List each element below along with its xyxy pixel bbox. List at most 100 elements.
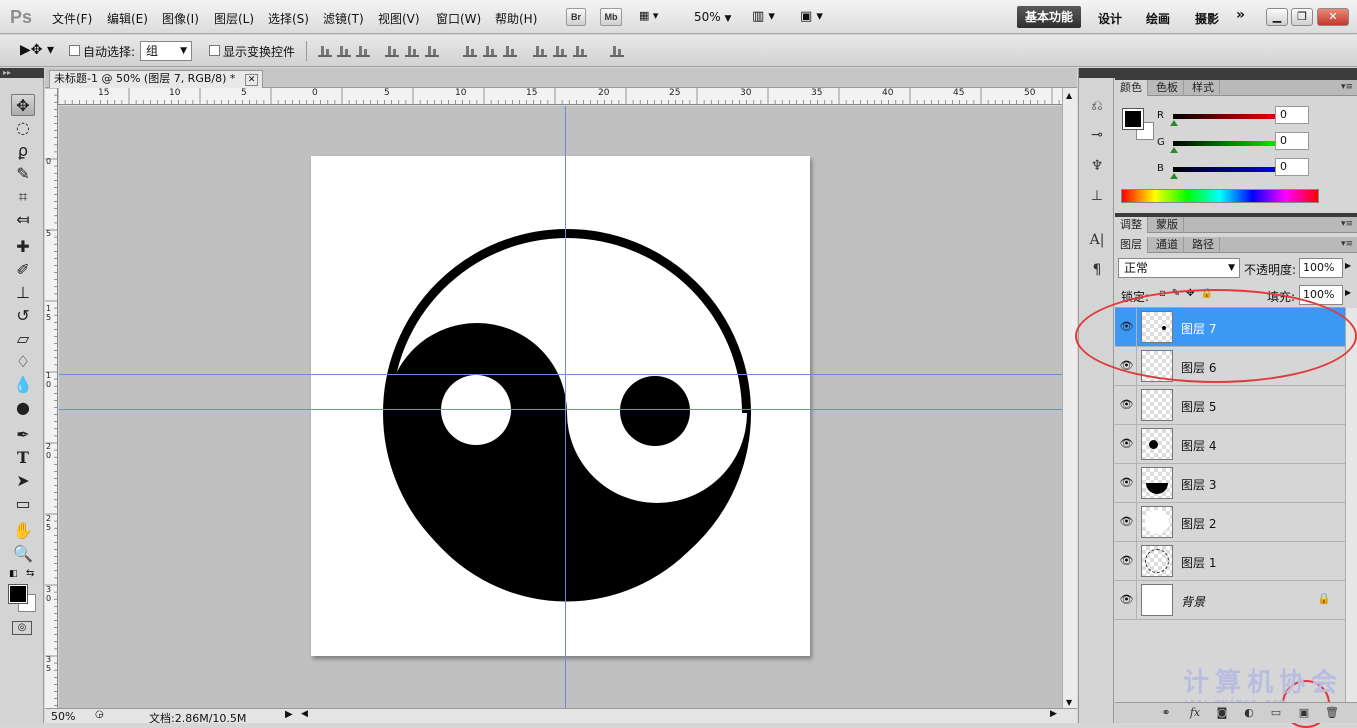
layer-name[interactable]: 图层 5	[1181, 398, 1216, 415]
layer-name[interactable]: 图层 2	[1181, 515, 1216, 532]
quick-mask-icon[interactable]: ◎	[12, 621, 32, 635]
workspace-photography[interactable]: 摄影	[1195, 10, 1219, 27]
layer-name[interactable]: 图层 1	[1181, 554, 1216, 571]
blur-tool-icon[interactable]: 💧	[11, 374, 35, 396]
visibility-eye-icon[interactable]: 👁	[1117, 542, 1137, 580]
opacity-arrow-icon[interactable]: ▶	[1345, 261, 1351, 270]
history-panel-icon[interactable]: ⎌	[1087, 96, 1107, 116]
align-bottom-icon[interactable]	[356, 45, 370, 57]
blend-mode-dropdown[interactable]: 正常 ▼	[1118, 258, 1240, 278]
extras-icon[interactable]: ▦ ▾	[639, 9, 671, 25]
tab-swatches[interactable]: 色板	[1151, 80, 1184, 96]
rectangle-shape-tool-icon[interactable]: ▭	[11, 493, 35, 515]
tab-layers[interactable]: 图层	[1115, 237, 1148, 253]
menu-file[interactable]: 文件(F)	[52, 10, 92, 27]
status-zoom[interactable]: 50%	[51, 710, 75, 723]
scroll-right-icon[interactable]: ▶	[1050, 709, 1057, 719]
opacity-input[interactable]: 100%	[1299, 258, 1343, 278]
menu-help[interactable]: 帮助(H)	[495, 10, 537, 27]
healing-brush-tool-icon[interactable]: ✚	[11, 236, 35, 258]
layer-row[interactable]: 👁 图层 1	[1115, 542, 1345, 581]
eraser-tool-icon[interactable]: ▱	[11, 328, 35, 350]
pen-tool-icon[interactable]: ✒	[11, 424, 35, 446]
align-left-icon[interactable]	[385, 45, 399, 57]
quick-selection-tool-icon[interactable]: ✎	[11, 163, 35, 185]
delete-layer-icon[interactable]: 🗑	[1325, 706, 1339, 720]
dodge-tool-icon[interactable]: ●	[11, 397, 35, 419]
paint-bucket-tool-icon[interactable]: ♢	[11, 351, 35, 373]
document-tab[interactable]: 未标题-1 @ 50% (图层 7, RGB/8) * ✕	[49, 70, 264, 88]
align-top-icon[interactable]	[318, 45, 332, 57]
layer-row[interactable]: 👁 图层 5	[1115, 386, 1345, 425]
minimize-button[interactable]: ▁	[1266, 8, 1288, 26]
channel-g-value[interactable]: 0	[1275, 132, 1309, 150]
menu-layer[interactable]: 图层(L)	[214, 10, 254, 27]
distribute-bottom-icon[interactable]	[503, 45, 517, 57]
layer-row[interactable]: 👁 图层 4	[1115, 425, 1345, 464]
zoom-tool-icon[interactable]: 🔍	[11, 543, 35, 565]
horizontal-ruler[interactable]: 15 10 5 0 5 10 15 20 25 30 35 40 45 50	[58, 88, 1062, 105]
eyedropper-tool-icon[interactable]: ⤆	[11, 209, 35, 231]
vertical-ruler[interactable]: 0 5 1 0 1 5 2 0 2 5 3 0 3 5	[45, 88, 58, 710]
zoom-level-select[interactable]: 50% ▼	[694, 10, 731, 24]
move-tool-preset-icon[interactable]: ▶✥ ▾	[20, 42, 54, 58]
canvas-area[interactable]	[59, 106, 1062, 710]
channel-r-thumb[interactable]	[1170, 120, 1178, 126]
swap-colors-icon[interactable]: ⇆	[26, 568, 34, 579]
layer-name[interactable]: 图层 3	[1181, 476, 1216, 493]
close-button[interactable]: ✕	[1317, 8, 1349, 26]
layer-row[interactable]: 👁 背景 🔒	[1115, 581, 1345, 620]
layer-row[interactable]: 👁 图层 3	[1115, 464, 1345, 503]
paragraph-panel-icon[interactable]: ¶	[1087, 260, 1107, 280]
workspace-design[interactable]: 设计	[1098, 10, 1122, 27]
status-info-icon[interactable]: ◶	[95, 709, 104, 720]
menu-select[interactable]: 选择(S)	[268, 10, 309, 27]
lasso-tool-icon[interactable]: ϼ	[11, 140, 35, 162]
panel-menu-icon[interactable]: ▾≡	[1341, 239, 1353, 249]
visibility-eye-icon[interactable]: 👁	[1117, 581, 1137, 619]
status-menu-arrow-icon[interactable]: ▶	[285, 709, 293, 720]
layer-name[interactable]: 背景	[1181, 593, 1205, 610]
visibility-eye-icon[interactable]: 👁	[1117, 503, 1137, 541]
panel-grip[interactable]	[1079, 68, 1115, 78]
panel-grip[interactable]	[1115, 68, 1357, 80]
scroll-down-icon[interactable]: ▼	[1066, 698, 1072, 707]
horizontal-guide[interactable]	[59, 374, 1062, 375]
clone-stamp-tool-icon[interactable]: ⊥	[11, 282, 35, 304]
align-right-icon[interactable]	[425, 45, 439, 57]
vertical-scrollbar[interactable]: ▲ ▼	[1062, 88, 1077, 710]
tab-color[interactable]: 颜色	[1115, 80, 1148, 96]
layer-row[interactable]: 👁 图层 2	[1115, 503, 1345, 542]
foreground-color-swatch[interactable]	[8, 584, 28, 604]
channel-g-slider[interactable]	[1173, 141, 1285, 146]
panel-menu-icon[interactable]: ▾≡	[1341, 219, 1353, 229]
tab-paths[interactable]: 路径	[1187, 237, 1220, 253]
channel-b-value[interactable]: 0	[1275, 158, 1309, 176]
menu-image[interactable]: 图像(I)	[162, 10, 199, 27]
visibility-eye-icon[interactable]: 👁	[1117, 386, 1137, 424]
more-workspaces-icon[interactable]: »	[1236, 7, 1245, 23]
auto-align-layers-icon[interactable]	[610, 45, 624, 57]
tab-masks[interactable]: 蒙版	[1151, 217, 1184, 233]
panel-menu-icon[interactable]: ▾≡	[1341, 82, 1353, 92]
workspace-painting[interactable]: 绘画	[1146, 10, 1170, 27]
workspace-essentials[interactable]: 基本功能	[1017, 6, 1081, 28]
tab-adjustments[interactable]: 调整	[1115, 217, 1148, 233]
distribute-hcenter-icon[interactable]	[553, 45, 567, 57]
panel-grip[interactable]: ▸▸	[0, 68, 44, 78]
bridge-button[interactable]: Br	[566, 8, 586, 26]
color-spectrum-bar[interactable]	[1121, 189, 1319, 203]
brush-tool-icon[interactable]: ✐	[11, 259, 35, 281]
align-vcenter-icon[interactable]	[337, 45, 351, 57]
auto-select-checkbox[interactable]	[69, 45, 80, 56]
auto-select-dropdown[interactable]: 组 ▼	[140, 41, 192, 61]
clone-source-panel-icon[interactable]: ⊥	[1087, 186, 1107, 206]
link-layers-icon[interactable]: ⚭	[1159, 706, 1173, 720]
crop-tool-icon[interactable]: ⌗	[11, 186, 35, 208]
screen-mode-icon[interactable]: ▣ ▾	[800, 9, 823, 24]
arrange-documents-icon[interactable]: ▥ ▾	[752, 9, 775, 24]
menu-edit[interactable]: 编辑(E)	[107, 10, 148, 27]
menu-window[interactable]: 窗口(W)	[436, 10, 481, 27]
restore-button[interactable]: ❐	[1291, 8, 1313, 26]
distribute-right-icon[interactable]	[573, 45, 587, 57]
